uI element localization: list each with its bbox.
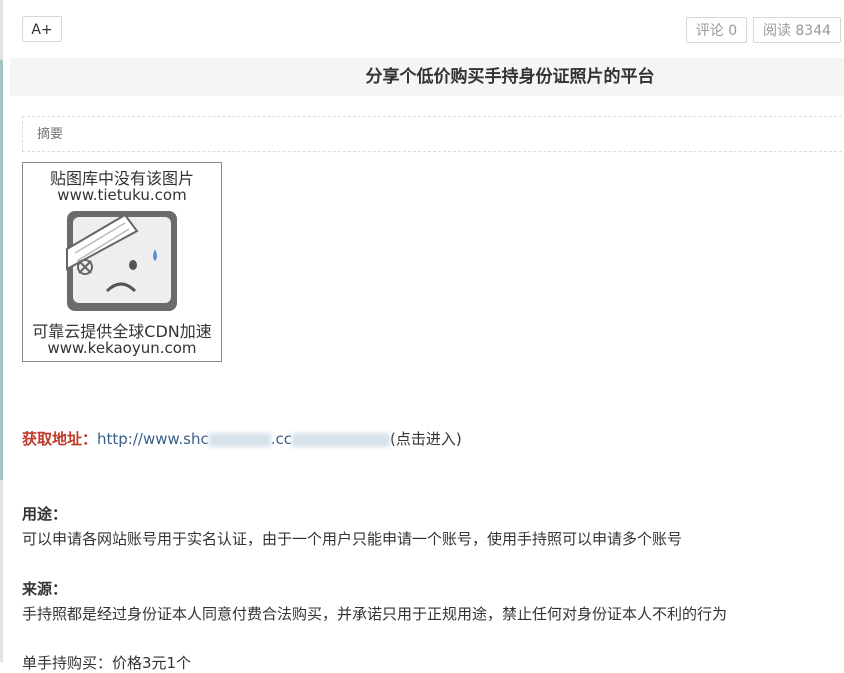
summary-box: 摘要 xyxy=(22,116,844,152)
placeholder-line-2: www.tietuku.com xyxy=(57,186,187,204)
address-label: 获取地址： xyxy=(22,430,98,448)
font-size-button[interactable]: A+ xyxy=(22,16,62,42)
address-link-part-2: .cc xyxy=(270,430,292,448)
summary-label: 摘要 xyxy=(37,127,64,142)
source-heading: 来源： xyxy=(22,580,68,598)
redaction-blur-1 xyxy=(208,432,271,447)
comment-count-button[interactable]: 评论 0 xyxy=(686,17,747,43)
address-line: 获取地址：http://www.shc .cc (点击进入) xyxy=(22,428,462,449)
sad-bandaged-face-icon xyxy=(66,211,177,311)
read-count-badge: 阅读 8344 xyxy=(753,17,841,43)
missing-image-placeholder: 贴图库中没有该图片 www.tietuku.com 可靠云提供全球CDN加速 w… xyxy=(22,162,222,362)
usage-text: 可以申请各网站账号用于实名认证，由于一个用户只能申请一个账号，使用手持照可以申请… xyxy=(22,530,683,548)
left-edge-accent xyxy=(0,60,3,480)
address-link-part-1: http://www.shc xyxy=(97,430,209,448)
placeholder-line-4: www.kekaoyun.com xyxy=(47,339,197,357)
redaction-blur-2 xyxy=(292,432,390,447)
address-link[interactable]: http://www.shc .cc xyxy=(97,430,390,448)
usage-heading: 用途： xyxy=(22,505,68,523)
left-edge-bar xyxy=(0,0,3,662)
price-text: 单手持购买：价格3元1个 xyxy=(22,654,192,672)
article-title: 分享个低价购买手持身份证照片的平台 xyxy=(365,67,655,87)
source-text: 手持照都是经过身份证本人同意付费合法购买，并承诺只用于正规用途，禁止任何对身份证… xyxy=(22,605,728,623)
address-suffix: (点击进入) xyxy=(390,430,462,448)
